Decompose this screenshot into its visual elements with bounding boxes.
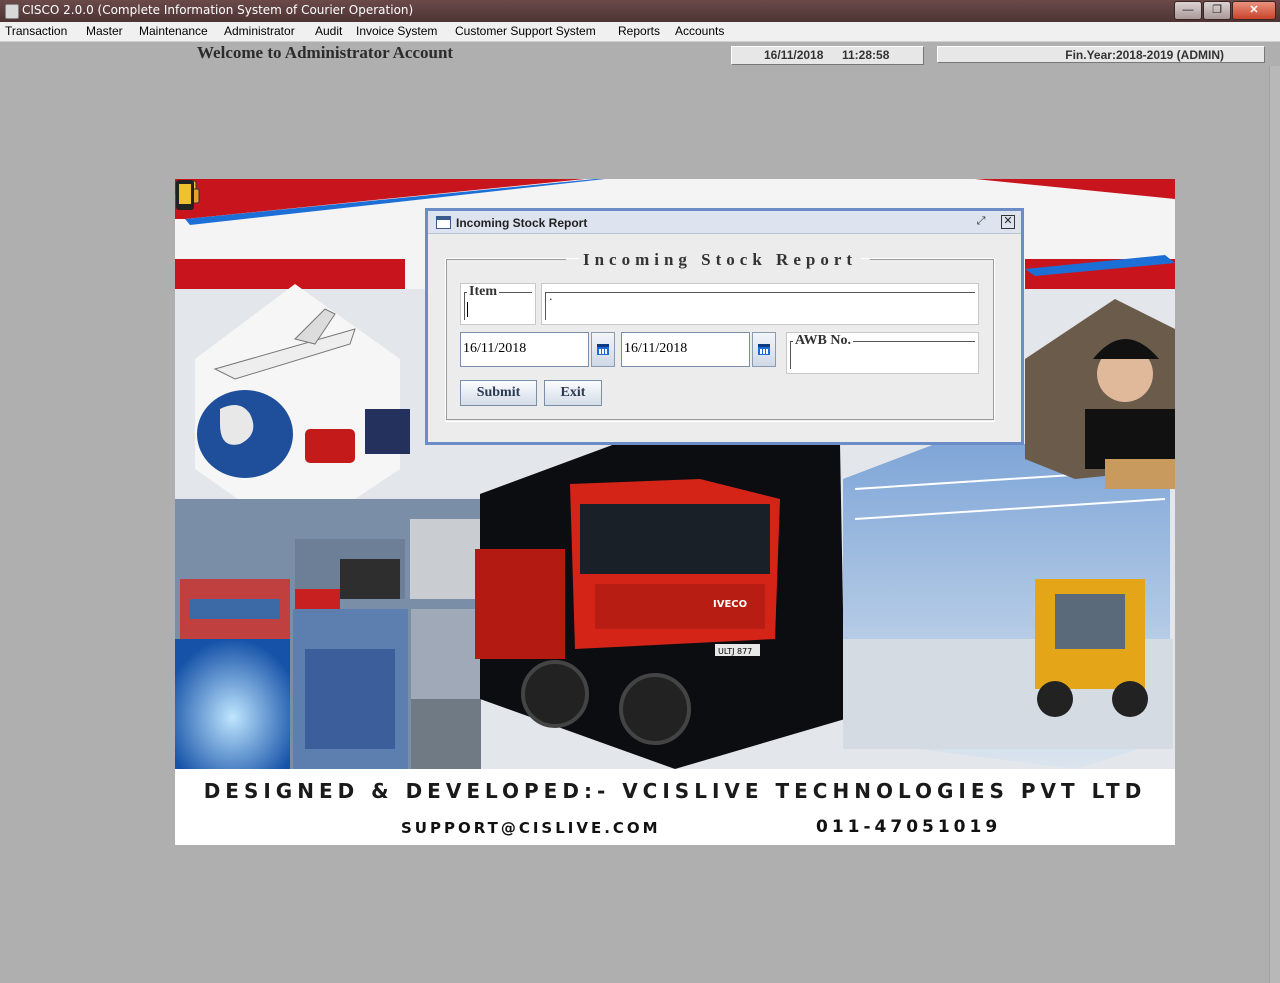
dialog-titlebar: Incoming Stock Report ⤢ ✕ bbox=[428, 211, 1021, 234]
red-stripe-right bbox=[975, 179, 1175, 199]
item-input[interactable]: Item bbox=[460, 283, 536, 325]
to-date-field[interactable]: 16/11/2018 bbox=[621, 332, 750, 367]
maximize-icon[interactable]: ❐ bbox=[1203, 1, 1231, 20]
dialog-close-icon[interactable]: ✕ bbox=[1001, 215, 1015, 229]
developer-credit: DESIGNED & DEVELOPED:- VCISLIVE TECHNOLO… bbox=[203, 779, 1147, 803]
window-frame-icon bbox=[436, 216, 451, 229]
current-date: 16/11/2018 bbox=[764, 48, 824, 62]
dialog-title: Incoming Stock Report bbox=[456, 216, 588, 230]
restore-icon[interactable]: ⤢ bbox=[974, 215, 988, 229]
menu-maintenance[interactable]: Maintenance bbox=[139, 24, 208, 38]
close-icon[interactable]: ✕ bbox=[1232, 1, 1276, 20]
support-email: SUPPORT@CISLIVE.COM bbox=[401, 819, 661, 837]
window-title: CISCO 2.0.0 (Complete Information System… bbox=[22, 3, 414, 17]
to-date-calendar-button[interactable] bbox=[752, 332, 776, 367]
red-van bbox=[305, 429, 355, 463]
awb-label: AWB No. bbox=[793, 333, 854, 349]
menu-master[interactable]: Master bbox=[86, 24, 123, 38]
incoming-stock-report-dialog: Incoming Stock Report ⤢ ✕ Incoming Stock… bbox=[425, 208, 1024, 445]
menu-bar: Transaction Master Maintenance Administr… bbox=[0, 22, 1280, 42]
exit-button[interactable]: Exit bbox=[544, 380, 602, 406]
panel-heading: Incoming Stock Report bbox=[578, 250, 862, 269]
from-date-field[interactable]: 16/11/2018 bbox=[460, 332, 589, 367]
current-time: 11:28:58 bbox=[842, 48, 890, 62]
menu-accounts[interactable]: Accounts bbox=[675, 24, 724, 38]
menu-administrator[interactable]: Administrator bbox=[224, 24, 295, 38]
awb-no-input[interactable]: AWB No. bbox=[786, 332, 979, 374]
red-band-left bbox=[175, 259, 405, 289]
calendar-icon bbox=[597, 344, 609, 355]
welcome-heading: Welcome to Administrator Account bbox=[197, 43, 454, 62]
menu-customer-support-system[interactable]: Customer Support System bbox=[455, 24, 596, 38]
submit-button[interactable]: Submit bbox=[460, 380, 537, 406]
fin-year-display: Fin.Year:2018-2019 (ADMIN) bbox=[937, 46, 1265, 63]
minimize-icon[interactable]: — bbox=[1174, 1, 1202, 20]
support-phone: 011-47051019 bbox=[816, 817, 1002, 837]
item-description-input[interactable]: . bbox=[541, 283, 979, 325]
menu-reports[interactable]: Reports bbox=[618, 24, 660, 38]
datetime-display: 16/11/2018 11:28:58 bbox=[731, 46, 924, 65]
truck-windshield bbox=[580, 504, 770, 574]
item-label: Item bbox=[467, 284, 499, 300]
menu-invoice-system[interactable]: Invoice System bbox=[356, 24, 437, 38]
window-controls: — ❐ ✕ bbox=[1174, 1, 1276, 20]
window-titlebar: CISCO 2.0.0 (Complete Information System… bbox=[0, 0, 1280, 22]
truck-wheel-left bbox=[521, 660, 589, 728]
report-panel: Incoming Stock Report Item . 16/11/2018 … bbox=[445, 250, 995, 422]
truck-plate: ULTJ 877 bbox=[718, 647, 752, 656]
from-date-calendar-button[interactable] bbox=[591, 332, 615, 367]
truck-brand: IVECO bbox=[713, 599, 747, 610]
item-description-value: . bbox=[549, 288, 553, 303]
menu-audit[interactable]: Audit bbox=[315, 24, 342, 38]
desktop-scrollbar[interactable] bbox=[1269, 66, 1280, 983]
phone-icon bbox=[176, 180, 194, 210]
menu-transaction[interactable]: Transaction bbox=[5, 24, 67, 38]
text-cursor bbox=[467, 302, 468, 317]
calendar-icon bbox=[758, 344, 770, 355]
java-app-icon bbox=[5, 4, 19, 19]
